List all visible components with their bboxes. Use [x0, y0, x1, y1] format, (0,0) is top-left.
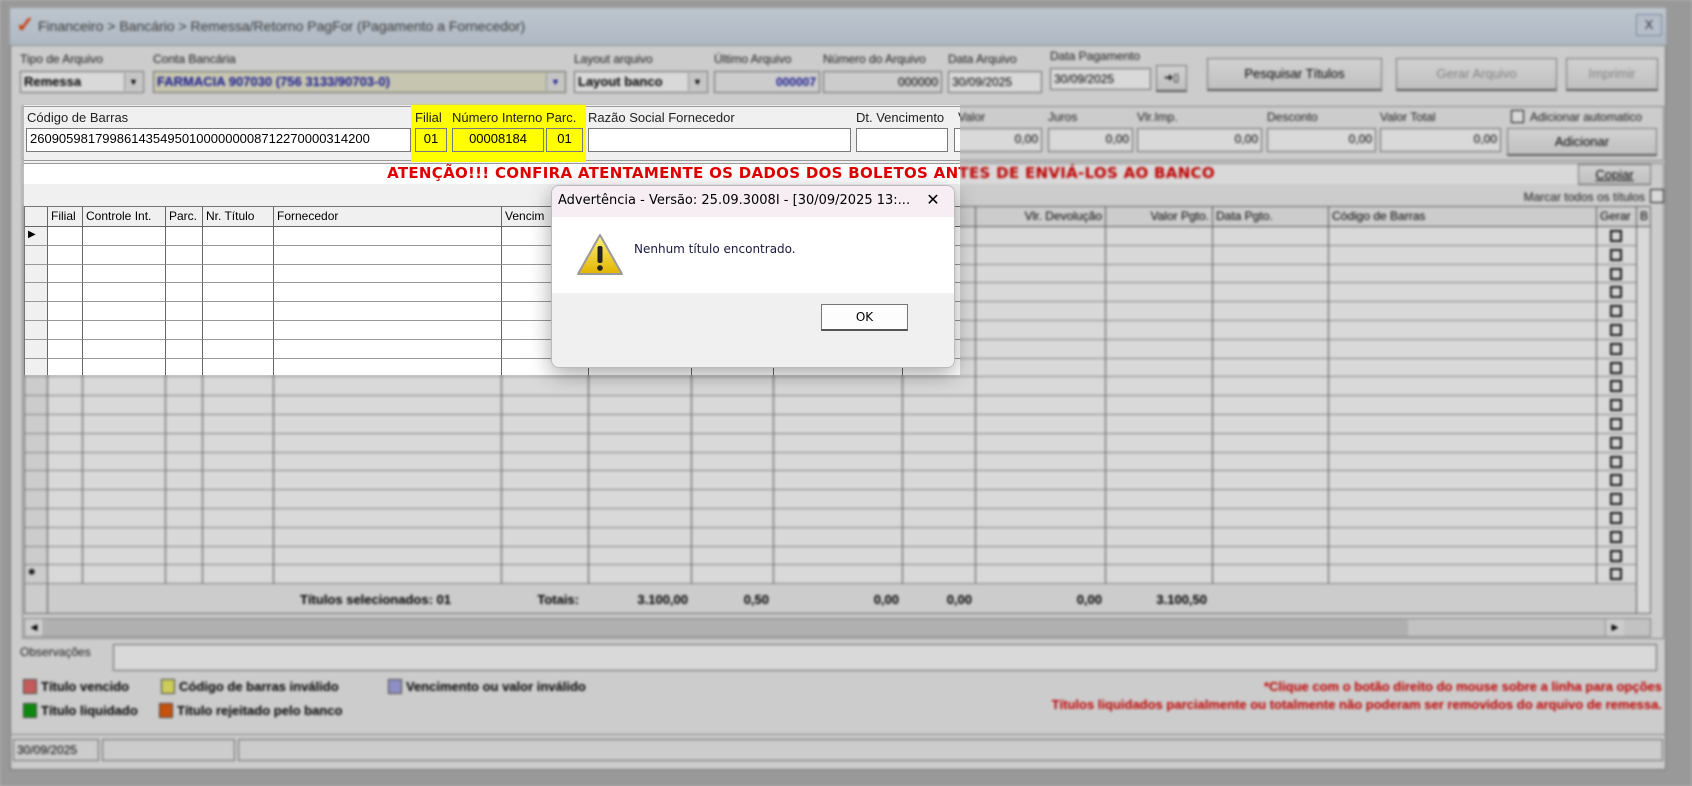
dt-vencimento-input[interactable]: [856, 128, 948, 152]
table-cell: [83, 358, 166, 378]
ok-button[interactable]: OK: [821, 304, 908, 331]
table-cell: [83, 227, 166, 246]
row-indicator[interactable]: [25, 339, 48, 359]
table-cell: [48, 264, 83, 284]
column-header[interactable]: Parc.: [166, 207, 203, 227]
table-cell: [83, 321, 166, 340]
codigo-label: Código de Barras: [27, 110, 129, 125]
table-cell: [48, 339, 83, 359]
column-header[interactable]: Controle Int.: [83, 207, 166, 227]
dialog-title: Advertência - Versão: 25.09.3008I - [30/…: [558, 193, 911, 208]
filial-input[interactable]: 01: [415, 128, 447, 152]
table-cell: [203, 339, 274, 359]
table-cell: [166, 302, 203, 321]
row-indicator[interactable]: [25, 321, 48, 340]
table-cell: [83, 283, 166, 303]
table-cell: [166, 321, 203, 340]
table-cell: [83, 245, 166, 265]
table-cell: [203, 264, 274, 284]
table-cell: [203, 358, 274, 378]
table-cell: [48, 358, 83, 378]
table-cell: [274, 245, 502, 265]
numero-interno-input[interactable]: 00008184: [452, 128, 544, 152]
table-cell: [203, 245, 274, 265]
row-indicator[interactable]: [25, 283, 48, 303]
row-indicator[interactable]: [25, 358, 48, 378]
table-cell: [83, 302, 166, 321]
table-cell: [83, 339, 166, 359]
table-cell: [48, 302, 83, 321]
table-cell: [166, 245, 203, 265]
parc-input[interactable]: 01: [546, 128, 583, 152]
table-cell: [48, 321, 83, 340]
table-cell: [48, 283, 83, 303]
table-cell: [274, 339, 502, 359]
table-cell: [274, 321, 502, 340]
numero-interno-label: Número Interno: [452, 110, 543, 125]
dt-vencimento-label: Dt. Vencimento: [856, 110, 945, 125]
dialog-message: Nenhum título encontrado.: [634, 242, 796, 256]
razao-social-input[interactable]: [588, 128, 851, 152]
table-cell: [203, 321, 274, 340]
row-indicator[interactable]: [25, 302, 48, 321]
dialog-close-button[interactable]: ✕: [920, 190, 946, 209]
column-header[interactable]: Fornecedor: [274, 207, 502, 227]
warning-icon: [577, 234, 623, 275]
column-header[interactable]: Filial: [48, 207, 83, 227]
column-header[interactable]: [25, 207, 48, 227]
table-cell: [274, 358, 502, 378]
table-cell: [274, 283, 502, 303]
table-cell: [166, 339, 203, 359]
table-cell: [48, 227, 83, 246]
filial-label: Filial: [415, 110, 442, 125]
table-cell: [203, 283, 274, 303]
table-cell: [274, 302, 502, 321]
table-cell: [274, 264, 502, 284]
parc-label: Parc.: [546, 110, 577, 125]
row-indicator[interactable]: [25, 264, 48, 284]
razao-label: Razão Social Fornecedor: [588, 110, 735, 125]
table-cell: [166, 358, 203, 378]
table-cell: [166, 283, 203, 303]
codigo-barras-input[interactable]: 2609059817998614354950100000000871227000…: [26, 128, 411, 152]
table-cell: [166, 264, 203, 284]
table-cell: [166, 227, 203, 246]
row-indicator[interactable]: [25, 245, 48, 265]
table-cell: [83, 264, 166, 284]
column-header[interactable]: Nr. Título: [203, 207, 274, 227]
table-cell: [203, 302, 274, 321]
table-cell: [48, 245, 83, 265]
current-row-icon[interactable]: ▶: [25, 227, 48, 246]
table-cell: [203, 227, 274, 246]
warning-dialog: Advertência - Versão: 25.09.3008I - [30/…: [551, 185, 955, 368]
table-cell: [274, 227, 502, 246]
